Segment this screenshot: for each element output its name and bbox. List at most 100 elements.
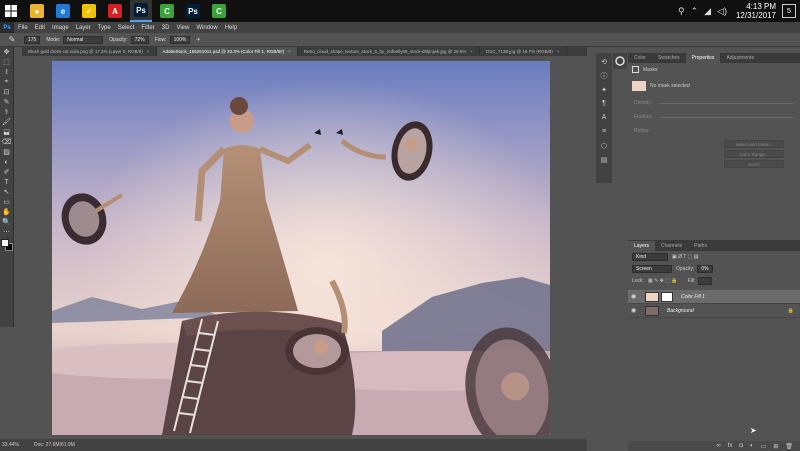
- taskbar-app-camtasia-2[interactable]: C: [208, 0, 230, 22]
- tab-paths[interactable]: Paths: [688, 241, 713, 251]
- tool-13-icon[interactable]: T: [1, 177, 13, 187]
- close-icon[interactable]: ×: [147, 49, 150, 54]
- color-range-button[interactable]: Color Range...: [724, 150, 784, 158]
- fill-color-swatch[interactable]: [632, 81, 646, 91]
- tool-0-icon[interactable]: ✥: [1, 47, 13, 57]
- document-tab[interactable]: Blush gold dress cat suits.png @ 17.2% (…: [22, 47, 157, 56]
- mode-select[interactable]: Normal: [63, 35, 104, 44]
- taskbar-app-photoshop-1[interactable]: Ps: [130, 0, 152, 22]
- adjustment-layer-icon[interactable]: ◐: [750, 443, 754, 449]
- layer-name[interactable]: Background: [667, 308, 694, 314]
- menu-edit[interactable]: Edit: [35, 25, 45, 31]
- layer-mask-thumbnail[interactable]: [661, 291, 673, 302]
- info-icon[interactable]: ⓘ: [598, 70, 610, 81]
- menu-window[interactable]: Window: [196, 25, 217, 31]
- character-icon[interactable]: A: [598, 112, 610, 123]
- color-wheel-icon[interactable]: [613, 53, 627, 69]
- menu-file[interactable]: File: [18, 25, 28, 31]
- document-tab[interactable]: Retro_cloud_shape_texture_stock_5_by_red…: [298, 47, 481, 56]
- layer-name[interactable]: Color Fill 1: [681, 294, 705, 300]
- tool-5-icon[interactable]: ✎: [1, 97, 13, 107]
- tool-3-icon[interactable]: ⌖: [1, 77, 13, 87]
- add-mask-icon[interactable]: ◘: [739, 443, 743, 449]
- foreground-color[interactable]: [0, 239, 9, 247]
- action-center-icon[interactable]: 5: [782, 4, 796, 18]
- menu-type[interactable]: Type: [98, 25, 111, 31]
- visibility-eye-icon[interactable]: ◉: [631, 293, 639, 300]
- light-bulb-icon[interactable]: ✦: [598, 84, 610, 95]
- tool-1-icon[interactable]: ⬚: [1, 57, 13, 67]
- filter-icons[interactable]: ▣ Ø T ⬚ ▤: [672, 254, 699, 260]
- close-icon[interactable]: ×: [470, 49, 473, 54]
- styles-icon[interactable]: ≡: [598, 126, 610, 137]
- layer-opacity-field[interactable]: 0%: [697, 265, 713, 273]
- taskbar-app-acrobat[interactable]: A: [104, 0, 126, 22]
- windows-start-button[interactable]: [0, 0, 22, 22]
- glyphs-icon[interactable]: ▤: [598, 154, 610, 165]
- tool-18-icon[interactable]: ⋯: [1, 227, 13, 237]
- close-icon[interactable]: ×: [288, 49, 291, 54]
- taskbar-app-edge[interactable]: e: [52, 0, 74, 22]
- flow-field[interactable]: 100%: [169, 35, 191, 44]
- brush-tool-preset-icon[interactable]: ✎: [0, 35, 24, 44]
- menu-select[interactable]: Select: [118, 25, 135, 31]
- menu-filter[interactable]: Filter: [141, 25, 154, 31]
- menu-image[interactable]: Image: [52, 25, 69, 31]
- doc-size[interactable]: Doc: 27.6M/61.9M: [34, 442, 75, 448]
- density-slider[interactable]: [660, 102, 794, 104]
- new-group-icon[interactable]: ▭: [761, 443, 767, 450]
- tab-swatches[interactable]: Swatches: [652, 53, 686, 63]
- tool-15-icon[interactable]: ▭: [1, 197, 13, 207]
- chevron-up-icon[interactable]: ⌃: [691, 6, 699, 17]
- tool-10-icon[interactable]: ▨: [1, 147, 13, 157]
- cube-icon[interactable]: ⬡: [598, 140, 610, 151]
- history-icon[interactable]: ⟲: [598, 56, 610, 67]
- volume-icon[interactable]: ◁): [717, 6, 727, 17]
- fx-icon[interactable]: fx: [728, 443, 733, 449]
- tool-14-icon[interactable]: ↖: [1, 187, 13, 197]
- menu-view[interactable]: View: [176, 25, 189, 31]
- close-icon[interactable]: ×: [557, 49, 560, 54]
- taskbar-app-norton[interactable]: ✓: [78, 0, 100, 22]
- feather-slider[interactable]: [660, 116, 794, 118]
- tool-4-icon[interactable]: ⊡: [1, 87, 13, 97]
- kind-filter-select[interactable]: Kind: [632, 253, 668, 261]
- fill-field[interactable]: [698, 277, 713, 285]
- color-swatches[interactable]: [0, 239, 13, 251]
- clock[interactable]: 4:13 PM 12/31/2017: [736, 2, 776, 20]
- document-canvas[interactable]: [52, 61, 550, 435]
- tool-12-icon[interactable]: ✐: [1, 167, 13, 177]
- layer-thumbnail[interactable]: [645, 291, 659, 302]
- zoom-level[interactable]: 33.44%: [0, 442, 22, 448]
- document-tab[interactable]: AdobeStock_165251011.psd @ 33.3% (Color …: [156, 47, 298, 56]
- document-tab[interactable]: DSC_7138.jpg @ 16.7% (RGB/8) ×: [480, 47, 567, 56]
- paragraph-icon[interactable]: ¶: [598, 98, 610, 109]
- network-icon[interactable]: ◢: [704, 6, 711, 17]
- tab-adjustments[interactable]: Adjustments: [720, 53, 760, 63]
- taskbar-app-chrome[interactable]: ●: [26, 0, 48, 22]
- blend-mode-select[interactable]: Screen: [632, 265, 672, 273]
- menu-3d[interactable]: 3D: [162, 25, 170, 31]
- link-layers-icon[interactable]: ∞: [716, 443, 720, 449]
- lock-icons[interactable]: ▦ ✎ ✥ ⬚ 🔒: [648, 278, 678, 284]
- invert-button[interactable]: Invert: [724, 160, 784, 168]
- brush-size-picker[interactable]: 175: [24, 35, 41, 44]
- tab-properties[interactable]: Properties: [685, 53, 721, 63]
- tab-color[interactable]: Color: [628, 53, 652, 63]
- menu-help[interactable]: Help: [225, 25, 237, 31]
- airbrush-icon[interactable]: ✈: [196, 37, 200, 43]
- tool-16-icon[interactable]: ✋: [1, 207, 13, 217]
- tool-17-icon[interactable]: 🔍: [1, 217, 13, 227]
- taskbar-app-camtasia-1[interactable]: C: [156, 0, 178, 22]
- opacity-field[interactable]: 72%: [130, 35, 149, 44]
- tool-7-icon[interactable]: 🖌: [1, 117, 13, 127]
- trash-icon[interactable]: 🗑: [785, 443, 793, 450]
- people-icon[interactable]: ⚲: [678, 6, 685, 17]
- canvas-area[interactable]: [15, 56, 587, 439]
- menu-layer[interactable]: Layer: [76, 25, 91, 31]
- select-and-mask-button[interactable]: Select and Mask...: [724, 140, 784, 148]
- tab-layers[interactable]: Layers: [628, 241, 656, 251]
- tab-channels[interactable]: Channels: [655, 241, 688, 251]
- tool-8-icon[interactable]: ⬓: [1, 127, 13, 137]
- visibility-eye-icon[interactable]: ◉: [631, 307, 639, 314]
